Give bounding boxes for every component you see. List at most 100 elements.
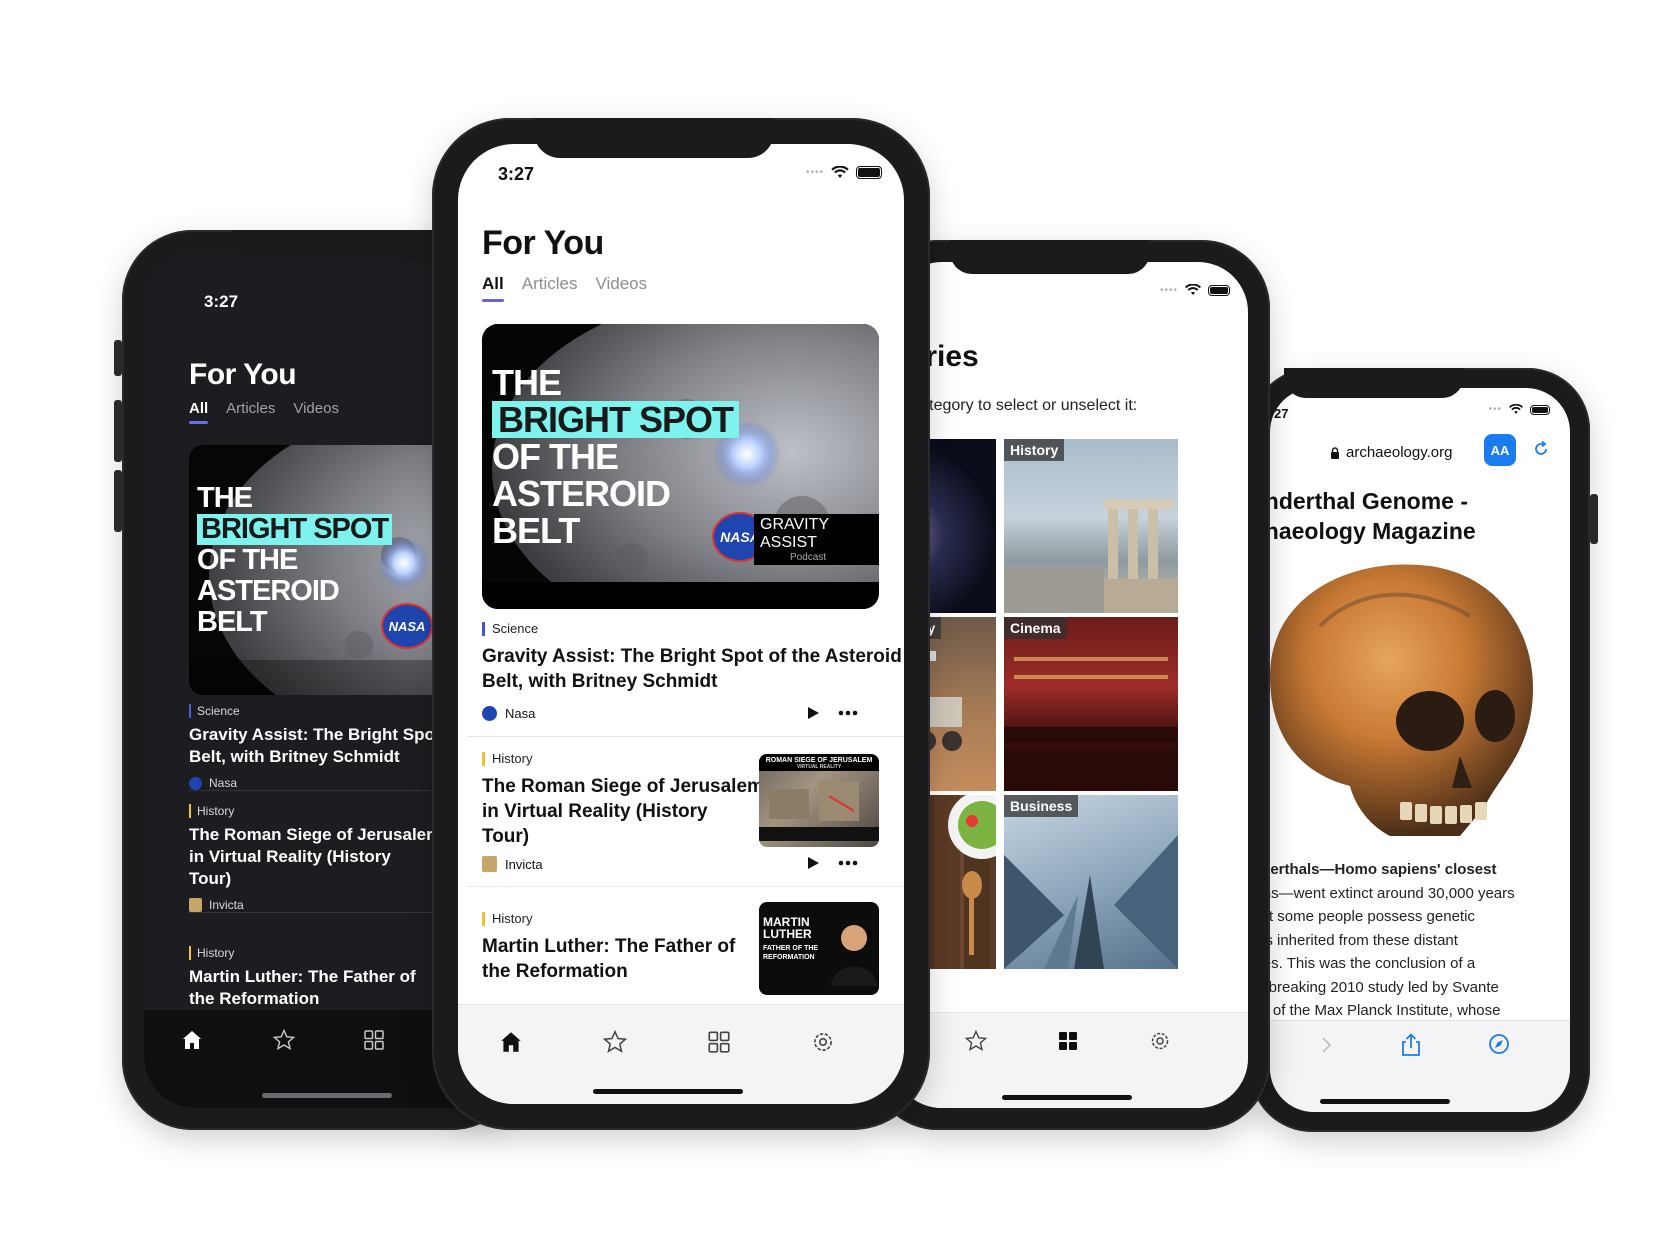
star-icon[interactable] [964,1029,988,1053]
categories-grid-icon[interactable] [706,1029,732,1055]
address-bar[interactable]: archaeology.org [1330,444,1452,461]
source-name: Nasa [209,776,238,790]
signal-icon: •••• [805,167,824,178]
article-card-history[interactable]: History The Roman Siege of Jerusalem in … [189,804,441,912]
hero-title-overlay: THE BRIGHT SPOT OF THE ASTEROID BELT [492,364,740,549]
siege-image [759,781,879,841]
screen: 7 •••• egories n a Category to select or… [892,262,1248,1108]
tab-bar [892,1012,1248,1108]
category-label: Science [482,622,902,636]
categories-grid-icon[interactable] [362,1028,386,1052]
article-card-history[interactable]: History The Roman Siege of Jerusalem in … [482,752,764,849]
category-tile-cinema[interactable]: Cinema [1004,617,1178,791]
forward-icon[interactable] [1318,1035,1334,1055]
hero-line: THE [197,482,253,514]
more-options-icon[interactable] [838,860,858,866]
home-icon[interactable] [498,1029,524,1055]
reader-aa-button[interactable]: AA [1484,434,1516,466]
body-line: sins—went extinct around 30,000 years [1270,882,1515,906]
tab-videos[interactable]: Videos [595,274,647,294]
article-card-science[interactable]: Science Gravity Assist: The Bright Spot … [482,622,902,694]
more-options-icon[interactable] [838,710,858,716]
safari-toolbar [1270,1020,1570,1112]
hero-video-thumbnail[interactable]: THE BRIGHT SPOT OF THE ASTEROID BELT NAS… [482,324,879,609]
screen: 3:27 •••• For You All Articles Videos TH… [458,144,904,1104]
play-icon[interactable] [806,706,820,720]
star-icon[interactable] [602,1029,628,1055]
tab-favorites[interactable] [600,1027,630,1057]
home-indicator [262,1093,392,1098]
article-title: Martin Luther: The Father of the Reforma… [189,966,416,1010]
article-headline: anderthal Genome - chaeology Magazine [1270,486,1476,546]
thumb-title: LUTHER [763,927,812,941]
title-line: Gravity Assist: The Bright Spot of the A… [482,646,902,667]
status-time: 27 [1274,406,1289,421]
article-body: nderthals—Homo sapiens' closest sins—wen… [1270,858,1515,1023]
status-time: 3:27 [498,164,535,184]
hero-line: OF THE [492,436,619,477]
category-label: History [189,946,416,960]
tab-articles[interactable]: Articles [522,274,578,294]
share-icon[interactable] [1400,1033,1422,1057]
body-text: sins—went extinct around 30,000 years [1270,884,1515,902]
tab-all[interactable]: All [482,274,504,302]
source-name: Invicta [505,856,543,872]
star-icon[interactable] [272,1028,296,1052]
compass-icon[interactable] [1488,1033,1510,1055]
tab-videos[interactable]: Videos [293,400,339,417]
article-source: Nasa [482,706,535,721]
article-card-history[interactable]: History Martin Luther: The Father of the… [482,912,735,984]
tab-articles[interactable]: Articles [226,400,275,417]
nasa-icon [482,706,497,721]
battery-icon [856,166,882,179]
nasa-icon [189,776,202,790]
category-tile-business[interactable]: Business [1004,795,1178,969]
reload-icon[interactable] [1532,440,1550,458]
title-line: The Roman Siege of Jerusalem [482,776,764,797]
body-line: ndbreaking 2010 study led by Svante [1270,978,1499,996]
divider [468,886,904,887]
status-time: 3:27 [204,292,239,311]
podcast-label: GRAVITY ASSIST Podcast [754,514,879,565]
tab-bar [458,1004,904,1104]
title-line: Tour) [189,869,232,888]
category-tile-history[interactable]: History [1004,439,1178,613]
hero-line-highlight: BRIGHT SPOT [197,514,393,545]
thumb-caption: ROMAN SIEGE OF JERUSALEM VIRTUAL REALITY [759,754,879,771]
tab-home[interactable] [496,1027,526,1057]
body-line: ives. This was the conclusion of a [1270,955,1476,972]
volume-up-button [114,400,122,462]
article-card-history[interactable]: History Martin Luther: The Father of the… [189,946,416,1010]
divider [468,736,904,737]
tile-label: Cinema [1004,617,1067,639]
body-line: Yet some people possess genetic [1270,908,1475,925]
tab-categories[interactable] [704,1027,734,1057]
home-indicator [1002,1095,1132,1100]
source-name: Invicta [209,898,244,912]
tab-settings[interactable] [808,1027,838,1057]
title-line: the Reformation [189,989,320,1008]
categories-grid-icon[interactable] [1056,1029,1080,1053]
settings-gear-icon[interactable] [810,1029,836,1055]
tile-label: History [1004,439,1065,461]
podcast-name: GRAVITY ASSIST [760,516,829,551]
home-icon[interactable] [180,1028,204,1052]
notch [950,240,1150,274]
title-line: in Virtual Reality (History [189,847,391,866]
article-thumbnail[interactable]: ROMAN SIEGE OF JERUSALEM VIRTUAL REALITY [759,754,879,847]
settings-gear-icon[interactable] [1148,1029,1172,1053]
battery-icon [1530,404,1550,415]
play-icon[interactable] [806,856,820,870]
phone-safari: 27 ••• archaeology.org AA anderthal Geno… [1250,368,1598,1132]
article-thumbnail[interactable]: MARTIN LUTHER FATHER OF THE REFORMATION [759,902,879,995]
title-line: Belt, with Britney Schmidt [482,671,718,692]
category-label: History [482,912,735,926]
thumb-subtitle: REFORMATION [763,954,815,961]
headline-line: anderthal Genome - [1270,488,1468,514]
category-label: History [189,804,441,818]
skyscrapers-image [1004,835,1178,969]
tab-all[interactable]: All [189,400,209,424]
page-title: For You [482,224,604,262]
home-indicator [593,1089,743,1094]
body-line: ers inherited from these distant [1270,931,1458,949]
